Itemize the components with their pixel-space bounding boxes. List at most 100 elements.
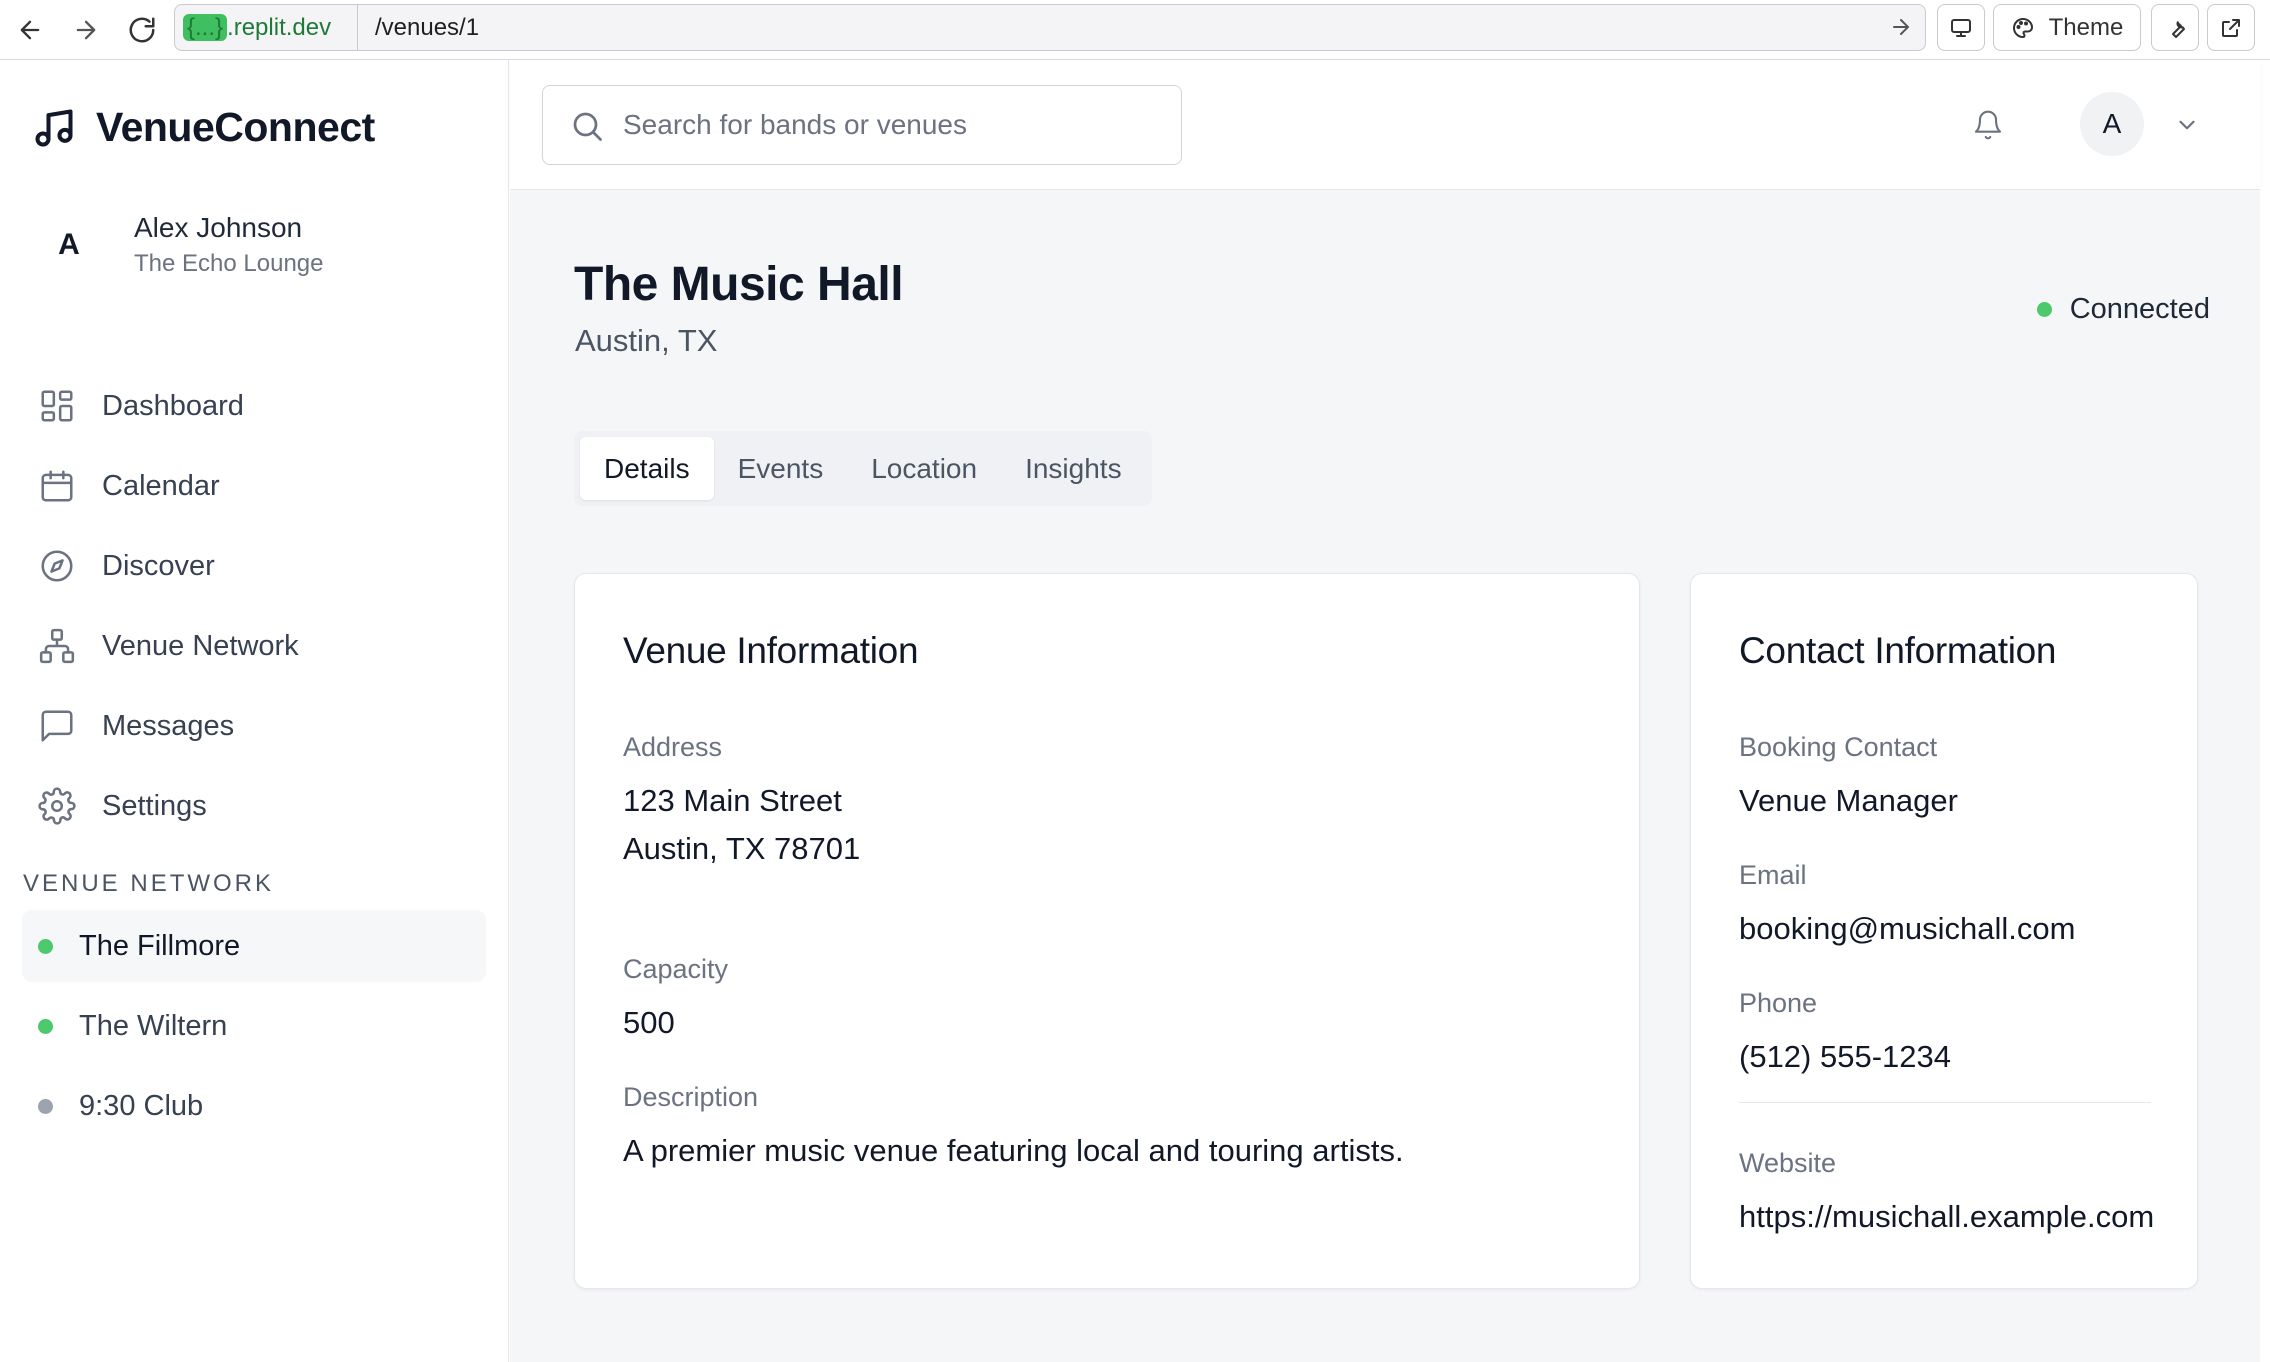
field-label: Website	[1739, 1148, 1837, 1178]
field-label: Capacity	[623, 954, 729, 984]
devices-button[interactable]	[1937, 4, 1985, 51]
capacity-field: Capacity 500	[623, 954, 728, 1047]
brand-name: VenueConnect	[96, 104, 375, 150]
email-field: Email booking@musichall.com	[1739, 860, 2075, 953]
forward-button[interactable]	[66, 10, 106, 50]
tab-events[interactable]: Events	[714, 437, 848, 500]
nav-item-venue-network[interactable]: Venue Network	[22, 606, 486, 686]
field-label: Booking Contact	[1739, 732, 1938, 762]
status-dot	[38, 1098, 53, 1114]
venue-network-list: The Fillmore The Wiltern 9:30 Club	[22, 910, 486, 1150]
nav-label: Venue Network	[102, 629, 299, 662]
status-dot	[38, 938, 53, 954]
search-box[interactable]	[542, 85, 1182, 165]
nav-item-dashboard[interactable]: Dashboard	[22, 366, 486, 446]
field-label: Phone	[1739, 988, 1818, 1018]
search-input[interactable]	[623, 86, 1163, 164]
status-dot	[38, 1018, 53, 1034]
network-item-the-fillmore[interactable]: The Fillmore	[22, 910, 486, 982]
description-value: A premier music venue featuring local an…	[623, 1133, 1404, 1168]
network-item-label: The Fillmore	[79, 929, 241, 962]
field-label: Address	[623, 732, 723, 762]
nav-label: Discover	[102, 549, 215, 582]
tab-details[interactable]: Details	[580, 437, 714, 500]
venue-tabs: Details Events Location Insights	[574, 431, 1152, 506]
venue-location: Austin, TX	[575, 323, 718, 358]
browser-toolbar: {...} .replit.dev /venues/1 Theme	[0, 0, 2270, 60]
user-venue: The Echo Lounge	[134, 250, 324, 277]
booking-contact-field: Booking Contact Venue Manager	[1739, 732, 1958, 825]
external-link-icon	[2222, 18, 2240, 37]
dashboard-icon	[41, 390, 73, 422]
main-content: The Music Hall Austin, TX Connected Deta…	[510, 191, 2260, 1362]
palette-icon	[2012, 17, 2033, 38]
monitor-icon	[1951, 18, 1971, 37]
divider	[1739, 1102, 2151, 1103]
user-menu-toggle[interactable]	[2172, 110, 2202, 140]
venue-network-heading: VENUE NETWORK	[23, 870, 275, 897]
arrow-left-icon	[20, 20, 40, 40]
nav-label: Messages	[102, 709, 235, 742]
music-note-icon	[35, 108, 73, 147]
url-path: /venues/1	[375, 14, 480, 41]
tools-button[interactable]	[2151, 4, 2199, 51]
reload-button[interactable]	[122, 10, 162, 50]
brand-logo[interactable]: VenueConnect	[32, 104, 375, 151]
open-external-button[interactable]	[2207, 4, 2255, 51]
card-title: Venue Information	[623, 630, 919, 671]
address-bar[interactable]: {...} .replit.dev /venues/1	[174, 4, 1926, 51]
network-item-label: 9:30 Club	[79, 1089, 204, 1122]
nav-label: Calendar	[102, 469, 220, 502]
website-link[interactable]: https://musichall.example.com	[1739, 1193, 2154, 1241]
address-field: Address 123 Main Street Austin, TX 78701	[623, 732, 860, 873]
search-icon	[573, 112, 602, 141]
address-line-1: 123 Main Street	[623, 783, 842, 818]
tab-location[interactable]: Location	[847, 437, 1001, 500]
website-field: Website https://musichall.example.com	[1739, 1148, 2154, 1241]
status-dot	[2036, 302, 2052, 317]
theme-button[interactable]: Theme	[1993, 4, 2141, 51]
compass-icon	[41, 550, 73, 582]
phone-value[interactable]: (512) 555-1234	[1739, 1033, 1951, 1081]
field-label: Description	[623, 1082, 759, 1112]
contact-information-card: Contact Information Booking Contact Venu…	[1690, 573, 2198, 1289]
user-menu-avatar[interactable]: A	[2080, 92, 2144, 156]
bell-icon	[1974, 110, 2002, 140]
network-icon	[39, 628, 75, 664]
description-field: Description A premier music venue featur…	[623, 1082, 1404, 1175]
tab-insights[interactable]: Insights	[1001, 437, 1146, 500]
go-arrow-icon[interactable]	[1889, 15, 1913, 39]
status-badge: Connected	[2069, 293, 2210, 325]
network-item-930-club[interactable]: 9:30 Club	[22, 1070, 486, 1142]
url-host: {...} .replit.dev	[183, 12, 331, 44]
sidebar: VenueConnect A Alex Johnson The Echo Lou…	[0, 60, 509, 1362]
nav-label: Settings	[102, 789, 207, 822]
chevron-down-icon	[2179, 120, 2195, 130]
arrow-right-icon	[76, 20, 96, 40]
notifications-button[interactable]	[1967, 104, 2009, 146]
calendar-icon	[41, 470, 73, 502]
top-bar: A	[510, 60, 2260, 190]
page-title: The Music Hall	[574, 258, 904, 311]
field-label: Email	[1739, 860, 1807, 890]
nav-item-calendar[interactable]: Calendar	[22, 446, 486, 526]
nav-item-messages[interactable]: Messages	[22, 686, 486, 766]
network-item-the-wiltern[interactable]: The Wiltern	[22, 990, 486, 1062]
nav-item-discover[interactable]: Discover	[22, 526, 486, 606]
booking-contact-value: Venue Manager	[1739, 783, 1958, 818]
wrench-icon	[2172, 20, 2185, 38]
network-item-label: The Wiltern	[79, 1009, 228, 1042]
address-line-2: Austin, TX 78701	[623, 831, 861, 866]
phone-field: Phone (512) 555-1234	[1739, 988, 1951, 1081]
message-icon	[41, 710, 73, 742]
back-button[interactable]	[10, 10, 50, 50]
user-profile[interactable]: A Alex Johnson The Echo Lounge	[32, 208, 323, 282]
connection-status: Connected	[2036, 293, 2210, 326]
user-name: Alex Johnson	[134, 212, 303, 243]
nav-label: Dashboard	[102, 389, 244, 422]
email-value[interactable]: booking@musichall.com	[1739, 905, 2075, 953]
nav-item-settings[interactable]: Settings	[22, 766, 486, 846]
venue-information-card: Venue Information Address 123 Main Stree…	[574, 573, 1640, 1289]
gear-icon	[38, 787, 76, 825]
reload-icon	[129, 17, 155, 43]
